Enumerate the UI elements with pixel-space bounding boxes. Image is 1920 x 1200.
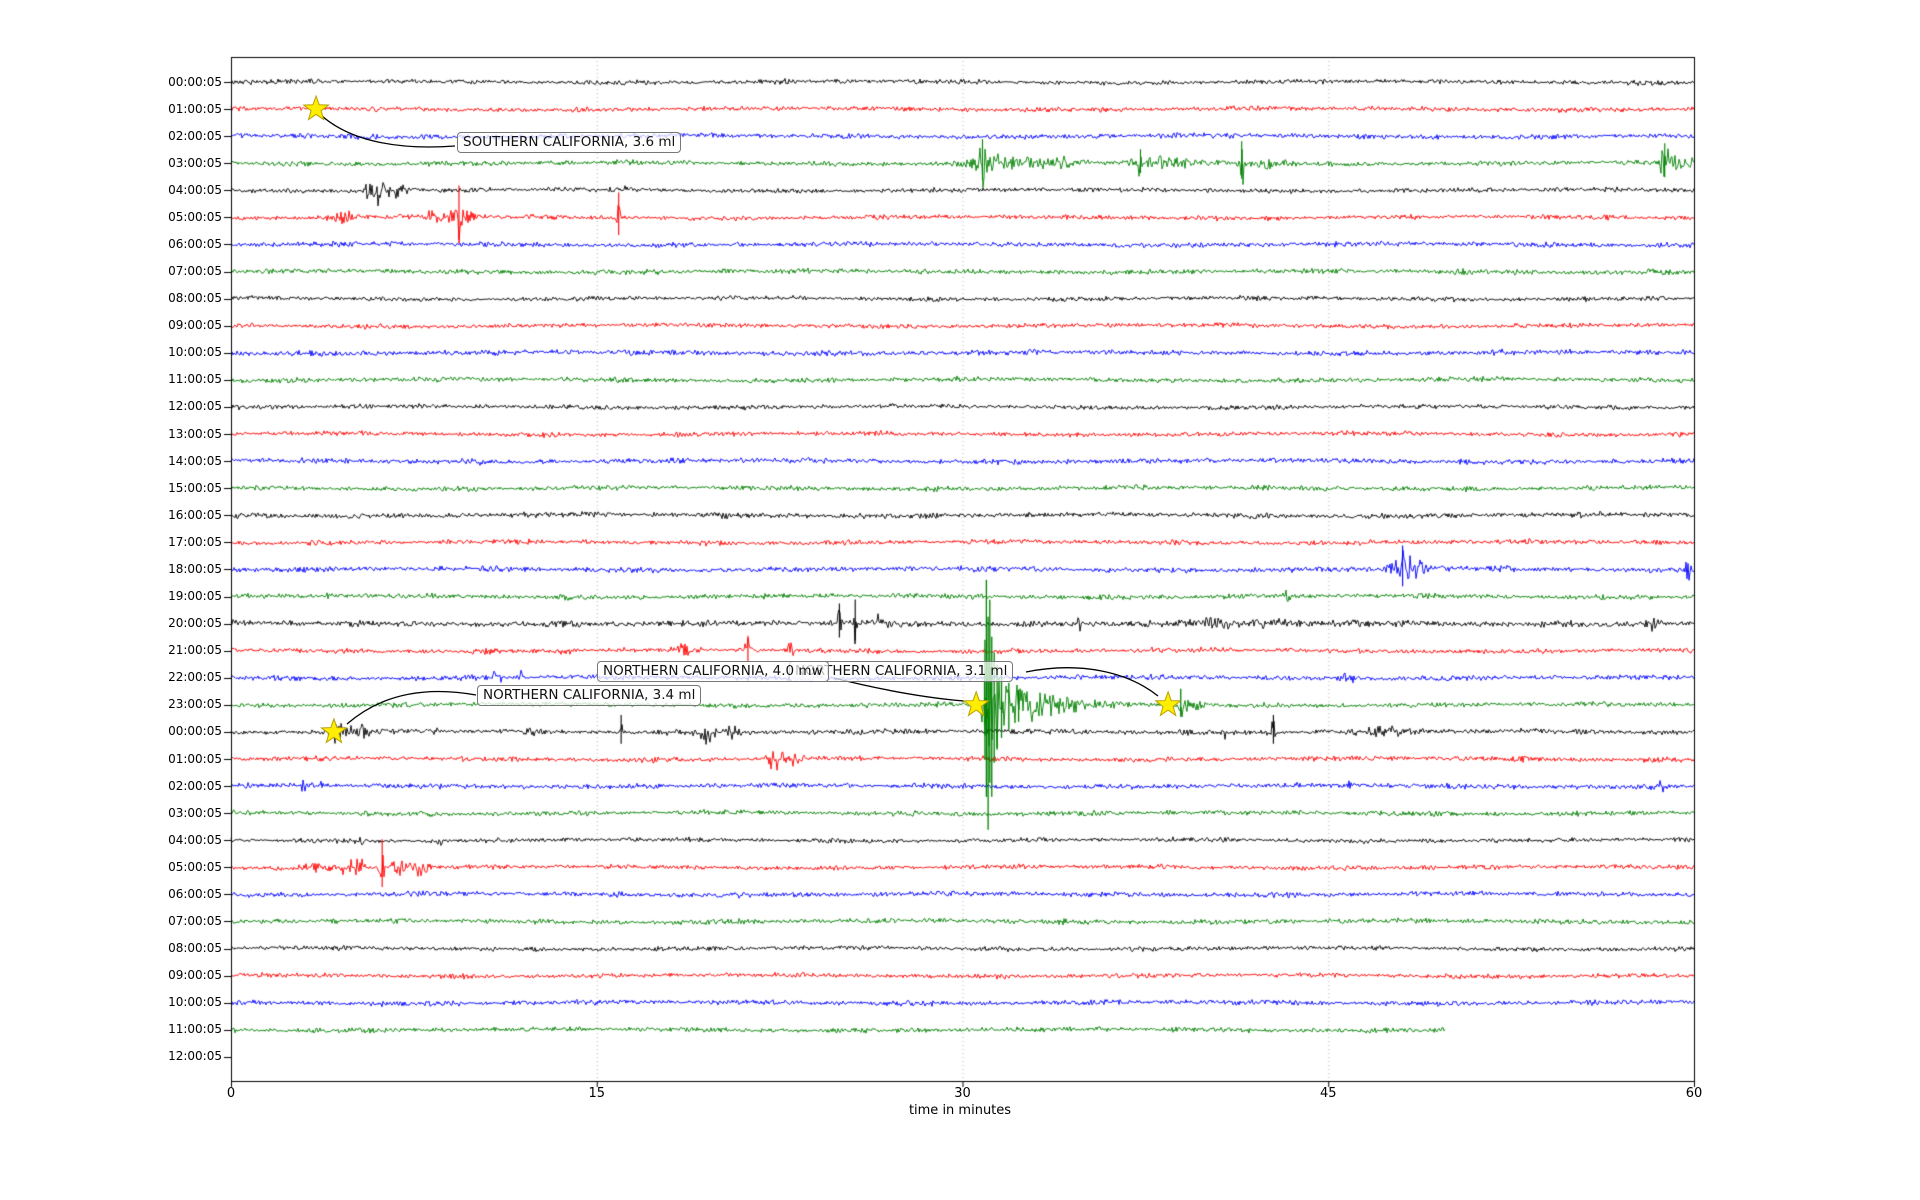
y-tick-label: 15:00:05 <box>168 480 222 495</box>
y-tick-label: 04:00:05 <box>168 832 222 847</box>
y-tick-label: 13:00:05 <box>168 426 222 441</box>
y-tick-label: 04:00:05 <box>168 182 222 197</box>
y-tick-label: 02:00:05 <box>168 778 222 793</box>
y-tick-label: 09:00:05 <box>168 968 222 983</box>
y-tick-label: 01:00:05 <box>168 751 222 766</box>
event-label-northern-california-3-4: NORTHERN CALIFORNIA, 3.4 ml <box>477 685 702 706</box>
y-tick-label: 06:00:05 <box>168 236 222 251</box>
y-tick-label: 16:00:05 <box>168 507 222 522</box>
y-tick-label: 09:00:05 <box>168 318 222 333</box>
y-tick-label: 23:00:05 <box>168 697 222 712</box>
x-tick-label: 0 <box>226 1086 236 1101</box>
y-tick-label: 05:00:05 <box>168 209 222 224</box>
event-label-southern-california-3-6: SOUTHERN CALIFORNIA, 3.6 ml <box>457 132 682 153</box>
y-tick-label: 12:00:05 <box>168 1049 222 1064</box>
y-tick-label: 01:00:05 <box>168 101 222 116</box>
y-tick-label: 12:00:05 <box>168 399 222 414</box>
x-tick-label: 45 <box>1319 1086 1337 1101</box>
y-tick-label: 10:00:05 <box>168 345 222 360</box>
y-tick-label: 08:00:05 <box>168 941 222 956</box>
seismogram-canvas <box>0 0 1920 1200</box>
y-tick-label: 11:00:05 <box>168 1022 222 1037</box>
y-tick-label: 00:00:05 <box>168 74 222 89</box>
y-tick-label: 05:00:05 <box>168 859 222 874</box>
x-tick-label: 15 <box>588 1086 606 1101</box>
y-tick-label: 14:00:05 <box>168 453 222 468</box>
seismogram-page: US.EDHPI.00.BHZ 00:00:0501:00:0502:00:05… <box>0 0 1920 1200</box>
y-tick-label: 21:00:05 <box>168 643 222 658</box>
y-tick-label: 10:00:05 <box>168 995 222 1010</box>
y-tick-label: 22:00:05 <box>168 670 222 685</box>
x-axis-label: time in minutes <box>908 1103 1012 1118</box>
y-tick-label: 03:00:05 <box>168 805 222 820</box>
y-tick-label: 08:00:05 <box>168 291 222 306</box>
y-tick-label: 06:00:05 <box>168 886 222 901</box>
y-tick-label: 07:00:05 <box>168 264 222 279</box>
y-tick-label: 11:00:05 <box>168 372 222 387</box>
y-tick-label: 17:00:05 <box>168 534 222 549</box>
y-tick-label: 00:00:05 <box>168 724 222 739</box>
y-tick-label: 19:00:05 <box>168 589 222 604</box>
y-tick-label: 02:00:05 <box>168 128 222 143</box>
y-tick-label: 07:00:05 <box>168 913 222 928</box>
event-label-northern-california-4-0: NORTHERN CALIFORNIA, 4.0 mw <box>597 661 829 682</box>
y-tick-label: 20:00:05 <box>168 616 222 631</box>
x-tick-label: 30 <box>954 1086 971 1101</box>
y-tick-label: 18:00:05 <box>168 561 222 576</box>
x-tick-label: 60 <box>1685 1086 1703 1101</box>
y-tick-label: 03:00:05 <box>168 155 222 170</box>
